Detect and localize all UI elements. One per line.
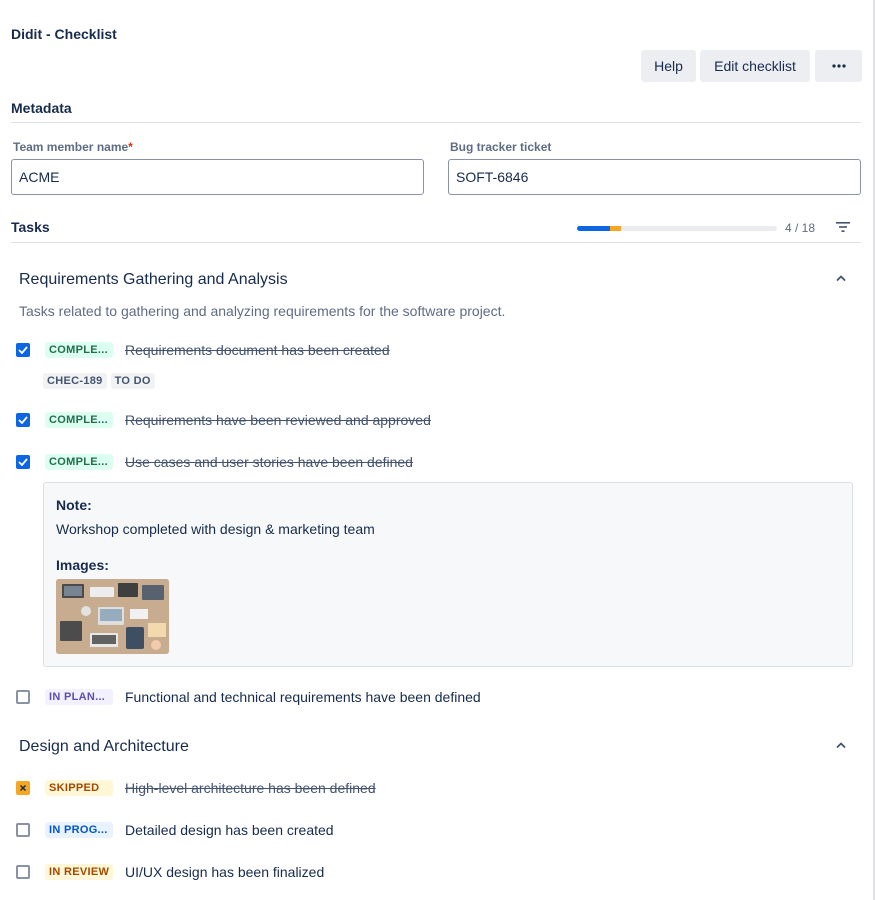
checkbox-checked-icon[interactable]	[16, 455, 30, 469]
task-item: COMPLE... Requirements have been reviewe…	[16, 410, 431, 430]
team-member-label: Team member name*	[13, 140, 133, 154]
task-item: IN REVIEW UI/UX design has been finalize…	[16, 862, 324, 882]
status-badge[interactable]: SKIPPED	[45, 780, 113, 796]
task-item: SKIPPED High-level architecture has been…	[16, 778, 376, 798]
note-text: Workshop completed with design & marketi…	[56, 521, 375, 537]
checkbox-empty-icon[interactable]	[16, 865, 30, 879]
status-badge[interactable]: COMPLE...	[45, 454, 113, 470]
task-label: Requirements document has been created	[125, 342, 390, 358]
chevron-up-icon[interactable]	[833, 270, 849, 286]
checkbox-skipped-icon[interactable]	[16, 781, 30, 795]
status-badge[interactable]: IN PROG...	[45, 822, 113, 838]
required-mark: *	[128, 140, 133, 154]
tasks-heading: Tasks	[11, 219, 50, 235]
team-member-label-text: Team member name	[13, 140, 129, 154]
more-actions-button[interactable]	[815, 50, 862, 82]
task-note-panel: Note: Workshop completed with design & m…	[43, 482, 853, 667]
task-label: High-level architecture has been defined	[125, 780, 376, 796]
task-item: IN PLAN... Functional and technical requ…	[16, 687, 481, 707]
workspace-photo	[56, 579, 169, 654]
bug-tracker-label: Bug tracker ticket	[450, 140, 552, 154]
group-title-requirements: Requirements Gathering and Analysis	[19, 271, 288, 288]
checkbox-empty-icon[interactable]	[16, 690, 30, 704]
app-title: Didit - Checklist	[11, 26, 117, 42]
status-badge[interactable]: COMPLE...	[45, 412, 113, 428]
progress-count: 4 / 18	[785, 221, 816, 235]
task-item: IN PROG... Detailed design has been crea…	[16, 820, 334, 840]
team-member-field[interactable]: ACME	[11, 159, 424, 195]
checkbox-empty-icon[interactable]	[16, 823, 30, 837]
issue-key-chip[interactable]: CHEC-189	[43, 373, 107, 389]
checkbox-checked-icon[interactable]	[16, 413, 30, 427]
note-image-thumbnail[interactable]	[56, 579, 169, 654]
status-badge[interactable]: IN REVIEW	[45, 864, 113, 880]
filter-icon[interactable]	[834, 219, 852, 235]
status-badge[interactable]: COMPLE...	[45, 342, 113, 358]
status-badge[interactable]: IN PLAN...	[45, 689, 113, 705]
checkbox-checked-icon[interactable]	[16, 343, 30, 357]
bug-tracker-field[interactable]: SOFT-6846	[448, 159, 861, 195]
metadata-heading: Metadata	[11, 100, 72, 116]
tasks-progress-bar	[577, 226, 777, 231]
progress-complete-fill	[577, 226, 610, 231]
task-item: COMPLE... Requirements document has been…	[16, 340, 390, 360]
progress-skipped-fill	[610, 226, 621, 231]
task-item: COMPLE... Use cases and user stories hav…	[16, 452, 413, 472]
issue-status-chip: TO DO	[110, 373, 155, 389]
images-label: Images:	[56, 557, 109, 573]
tasks-divider	[11, 242, 861, 243]
more-icon	[831, 64, 846, 68]
chevron-up-icon[interactable]	[833, 737, 849, 753]
task-label: Detailed design has been created	[125, 822, 334, 838]
task-label: Functional and technical requirements ha…	[125, 689, 481, 705]
task-label: Requirements have been reviewed and appr…	[125, 412, 431, 428]
task-label: Use cases and user stories have been def…	[125, 454, 413, 470]
task-links: CHEC-189 TO DO	[43, 373, 155, 389]
help-button[interactable]: Help	[641, 50, 696, 82]
note-label: Note:	[56, 497, 92, 513]
group-description-requirements: Tasks related to gathering and analyzing…	[19, 303, 506, 319]
edit-checklist-button[interactable]: Edit checklist	[700, 50, 810, 82]
metadata-divider	[11, 122, 861, 123]
task-label: UI/UX design has been finalized	[125, 864, 325, 880]
group-title-design: Design and Architecture	[19, 738, 189, 755]
